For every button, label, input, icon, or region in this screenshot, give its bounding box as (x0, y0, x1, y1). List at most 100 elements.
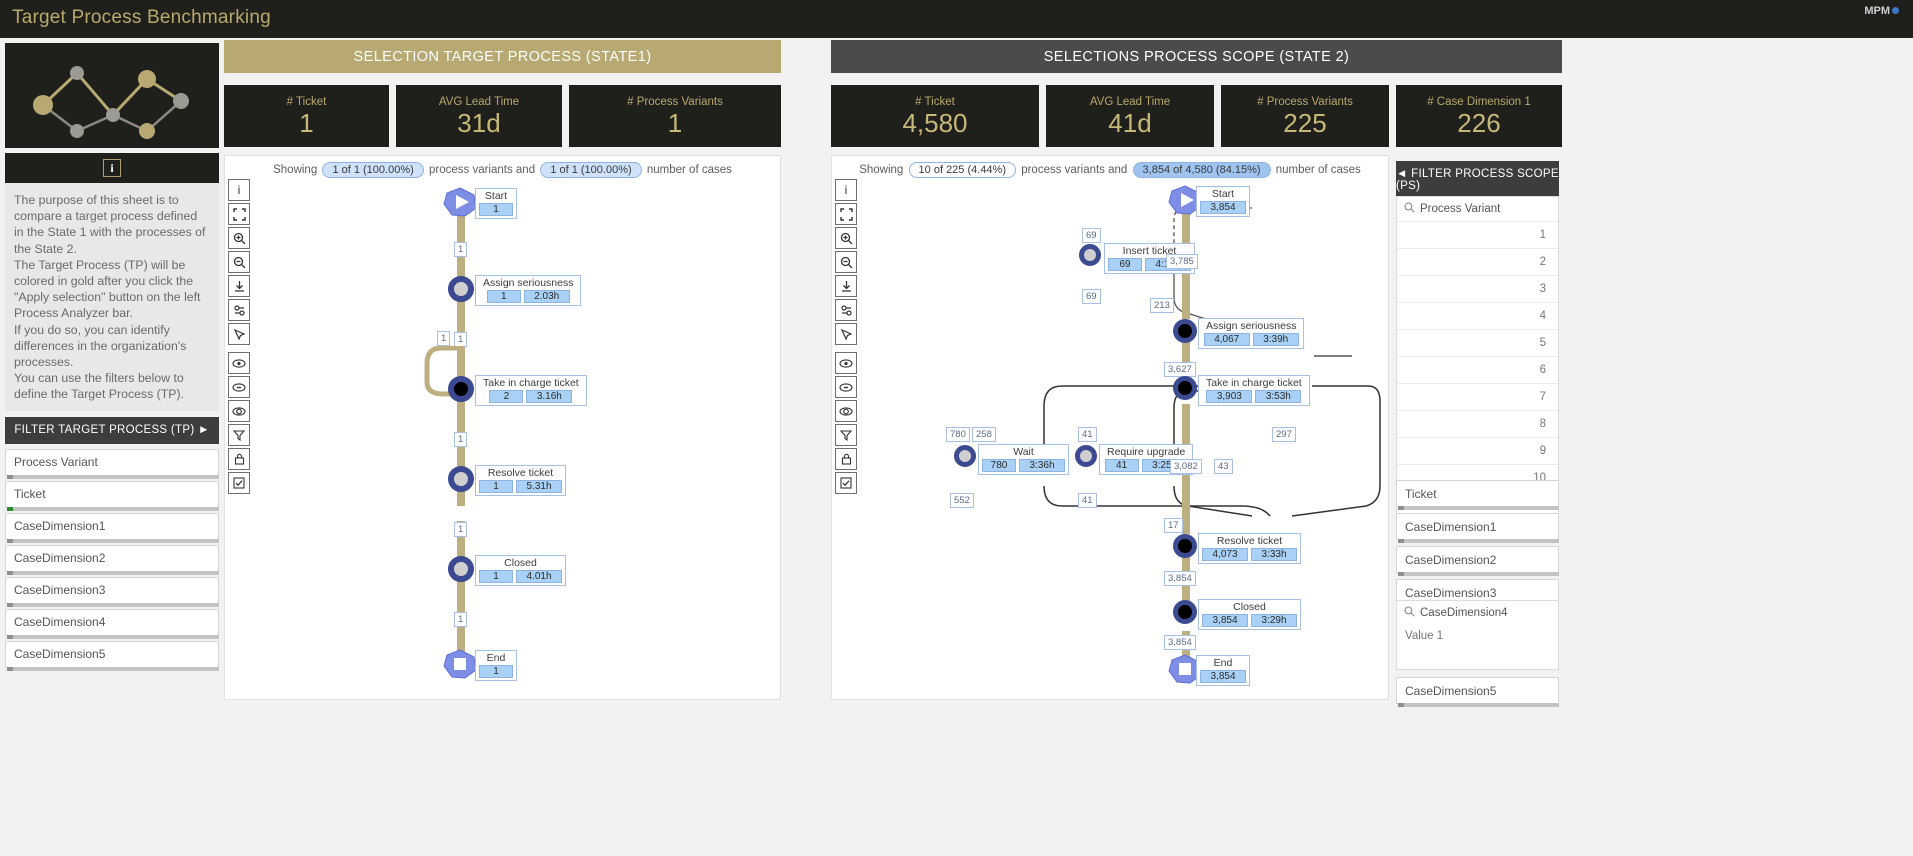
funnel-icon[interactable] (835, 424, 857, 446)
mpm-logo-text: MPM (1864, 5, 1890, 17)
process-variant-search[interactable]: Process Variant (1397, 197, 1558, 221)
pointer-icon[interactable] (835, 323, 857, 345)
node-label-take-in-charge-ticket[interactable]: Take in charge ticket 2 3.16h (475, 375, 587, 406)
list-item[interactable]: 1 (1397, 221, 1558, 248)
scrollbar[interactable] (1398, 703, 1559, 707)
list-item[interactable]: 8 (1397, 410, 1558, 437)
list-item[interactable]: 7 (1397, 383, 1558, 410)
info-icon[interactable]: i (103, 159, 121, 177)
end-event-icon[interactable] (443, 649, 477, 679)
eye-icon[interactable] (228, 352, 250, 374)
filter-target-process-header[interactable]: FILTER TARGET PROCESS (TP) ► (5, 416, 219, 444)
filter-casedimension1[interactable]: CaseDimension1 (5, 512, 219, 543)
filter-process-variant[interactable]: Process Variant (5, 448, 219, 479)
node-assign-seriousness[interactable] (448, 276, 474, 302)
eye-link-icon[interactable] (228, 376, 250, 398)
right-toolbar[interactable]: i (835, 179, 857, 347)
node-label-end[interactable]: End 3,854 (1196, 655, 1250, 686)
zoom-out-icon[interactable] (835, 251, 857, 273)
node-closed[interactable] (448, 556, 474, 582)
list-item[interactable]: 3 (1397, 275, 1558, 302)
zoom-in-icon[interactable] (228, 227, 250, 249)
node-label-closed[interactable]: Closed 3,854 3:29h (1198, 599, 1301, 630)
lock-icon[interactable] (228, 448, 250, 470)
node-closed[interactable] (1173, 600, 1197, 624)
fit-screen-icon[interactable] (228, 203, 250, 225)
process-variant-list[interactable]: Process Variant 1 2 3 4 5 6 7 8 9 10 11 (1396, 196, 1559, 519)
eye-node-icon[interactable] (228, 400, 250, 422)
node-label-closed[interactable]: Closed 1 4.01h (475, 555, 566, 586)
right-filter-ticket[interactable]: Ticket (1396, 480, 1559, 510)
filter-casedimension2[interactable]: CaseDimension2 (5, 544, 219, 575)
scrollbar[interactable] (7, 474, 219, 479)
settings-icon[interactable] (835, 299, 857, 321)
zoom-out-icon[interactable] (228, 251, 250, 273)
node-label-assign-seriousness[interactable]: Assign seriousness 1 2.03h (475, 275, 582, 306)
node-take-in-charge-ticket[interactable] (1173, 376, 1197, 400)
filter-process-scope-header[interactable]: ◄ FILTER PROCESS SCOPE (PS) (1396, 161, 1559, 199)
node-resolve-ticket[interactable] (448, 466, 474, 492)
right-filter-casedimension1[interactable]: CaseDimension1 (1396, 513, 1559, 543)
scrollbar[interactable] (7, 538, 219, 543)
filter-casedimension5[interactable]: CaseDimension5 (5, 640, 219, 671)
node-take-in-charge-ticket[interactable] (448, 376, 474, 402)
left-toolbar-2[interactable] (228, 352, 250, 496)
node-label-start[interactable]: Start 3,854 (1196, 186, 1250, 217)
eye-link-icon[interactable] (835, 376, 857, 398)
list-item[interactable]: 2 (1397, 248, 1558, 275)
node-time: 5.31h (516, 480, 562, 493)
scrollbar[interactable] (7, 506, 219, 511)
showing-prefix: Showing (273, 164, 318, 176)
check-icon[interactable] (835, 472, 857, 494)
zoom-in-icon[interactable] (835, 227, 857, 249)
download-icon[interactable] (228, 275, 250, 297)
list-item[interactable]: 9 (1397, 437, 1558, 464)
lock-icon[interactable] (835, 448, 857, 470)
right-process-canvas[interactable]: Showing 10 of 225 (4.44%) process varian… (831, 155, 1389, 700)
right-toolbar-2[interactable] (835, 352, 857, 496)
node-label-resolve-ticket[interactable]: Resolve ticket 1 5.31h (475, 465, 566, 496)
node-label-assign-seriousness[interactable]: Assign seriousness 4,067 3:39h (1198, 318, 1305, 349)
node-insert-ticket[interactable] (1079, 244, 1101, 266)
scrollbar[interactable] (7, 634, 219, 639)
settings-icon[interactable] (228, 299, 250, 321)
node-wait[interactable] (954, 445, 976, 467)
node-label-end[interactable]: End 1 (475, 650, 517, 681)
start-event-icon[interactable] (443, 187, 477, 217)
info-icon[interactable]: i (835, 179, 857, 201)
scrollbar[interactable] (7, 602, 219, 607)
fit-screen-icon[interactable] (835, 203, 857, 225)
eye-icon[interactable] (835, 352, 857, 374)
pointer-icon[interactable] (228, 323, 250, 345)
funnel-icon[interactable] (228, 424, 250, 446)
filter-casedimension3[interactable]: CaseDimension3 (5, 576, 219, 607)
info-icon[interactable]: i (228, 179, 250, 201)
list-item[interactable]: 5 (1397, 329, 1558, 356)
node-assign-seriousness[interactable] (1173, 319, 1197, 343)
list-item[interactable]: 4 (1397, 302, 1558, 329)
node-label-resolve-ticket[interactable]: Resolve ticket 4,073 3:33h (1198, 533, 1301, 564)
scrollbar[interactable] (1398, 506, 1559, 510)
filter-ticket[interactable]: Ticket (5, 480, 219, 511)
right-filter-casedimension4[interactable]: CaseDimension4 Value 1 (1396, 600, 1559, 670)
node-label-take-in-charge-ticket[interactable]: Take in charge ticket 3,903 3:53h (1198, 375, 1310, 406)
eye-node-icon[interactable] (835, 400, 857, 422)
node-require-upgrade[interactable] (1075, 445, 1097, 467)
node-label-wait[interactable]: Wait 780 3:36h (978, 444, 1069, 475)
node-label-start[interactable]: Start 1 (475, 188, 517, 219)
casedimension4-search[interactable]: CaseDimension4 (1397, 601, 1558, 625)
left-toolbar[interactable]: i (228, 179, 250, 347)
scrollbar[interactable] (1398, 539, 1559, 543)
node-resolve-ticket[interactable] (1173, 534, 1197, 558)
right-filter-casedimension5[interactable]: CaseDimension5 (1396, 677, 1559, 707)
scrollbar[interactable] (1398, 572, 1559, 576)
check-icon[interactable] (228, 472, 250, 494)
right-filter-casedimension2[interactable]: CaseDimension2 (1396, 546, 1559, 576)
list-item[interactable]: 6 (1397, 356, 1558, 383)
scrollbar[interactable] (7, 666, 219, 671)
value-row[interactable]: Value 1 (1397, 625, 1558, 642)
download-icon[interactable] (835, 275, 857, 297)
left-process-canvas[interactable]: Showing 1 of 1 (100.00%) process variant… (224, 155, 781, 700)
scrollbar[interactable] (7, 570, 219, 575)
filter-casedimension4[interactable]: CaseDimension4 (5, 608, 219, 639)
